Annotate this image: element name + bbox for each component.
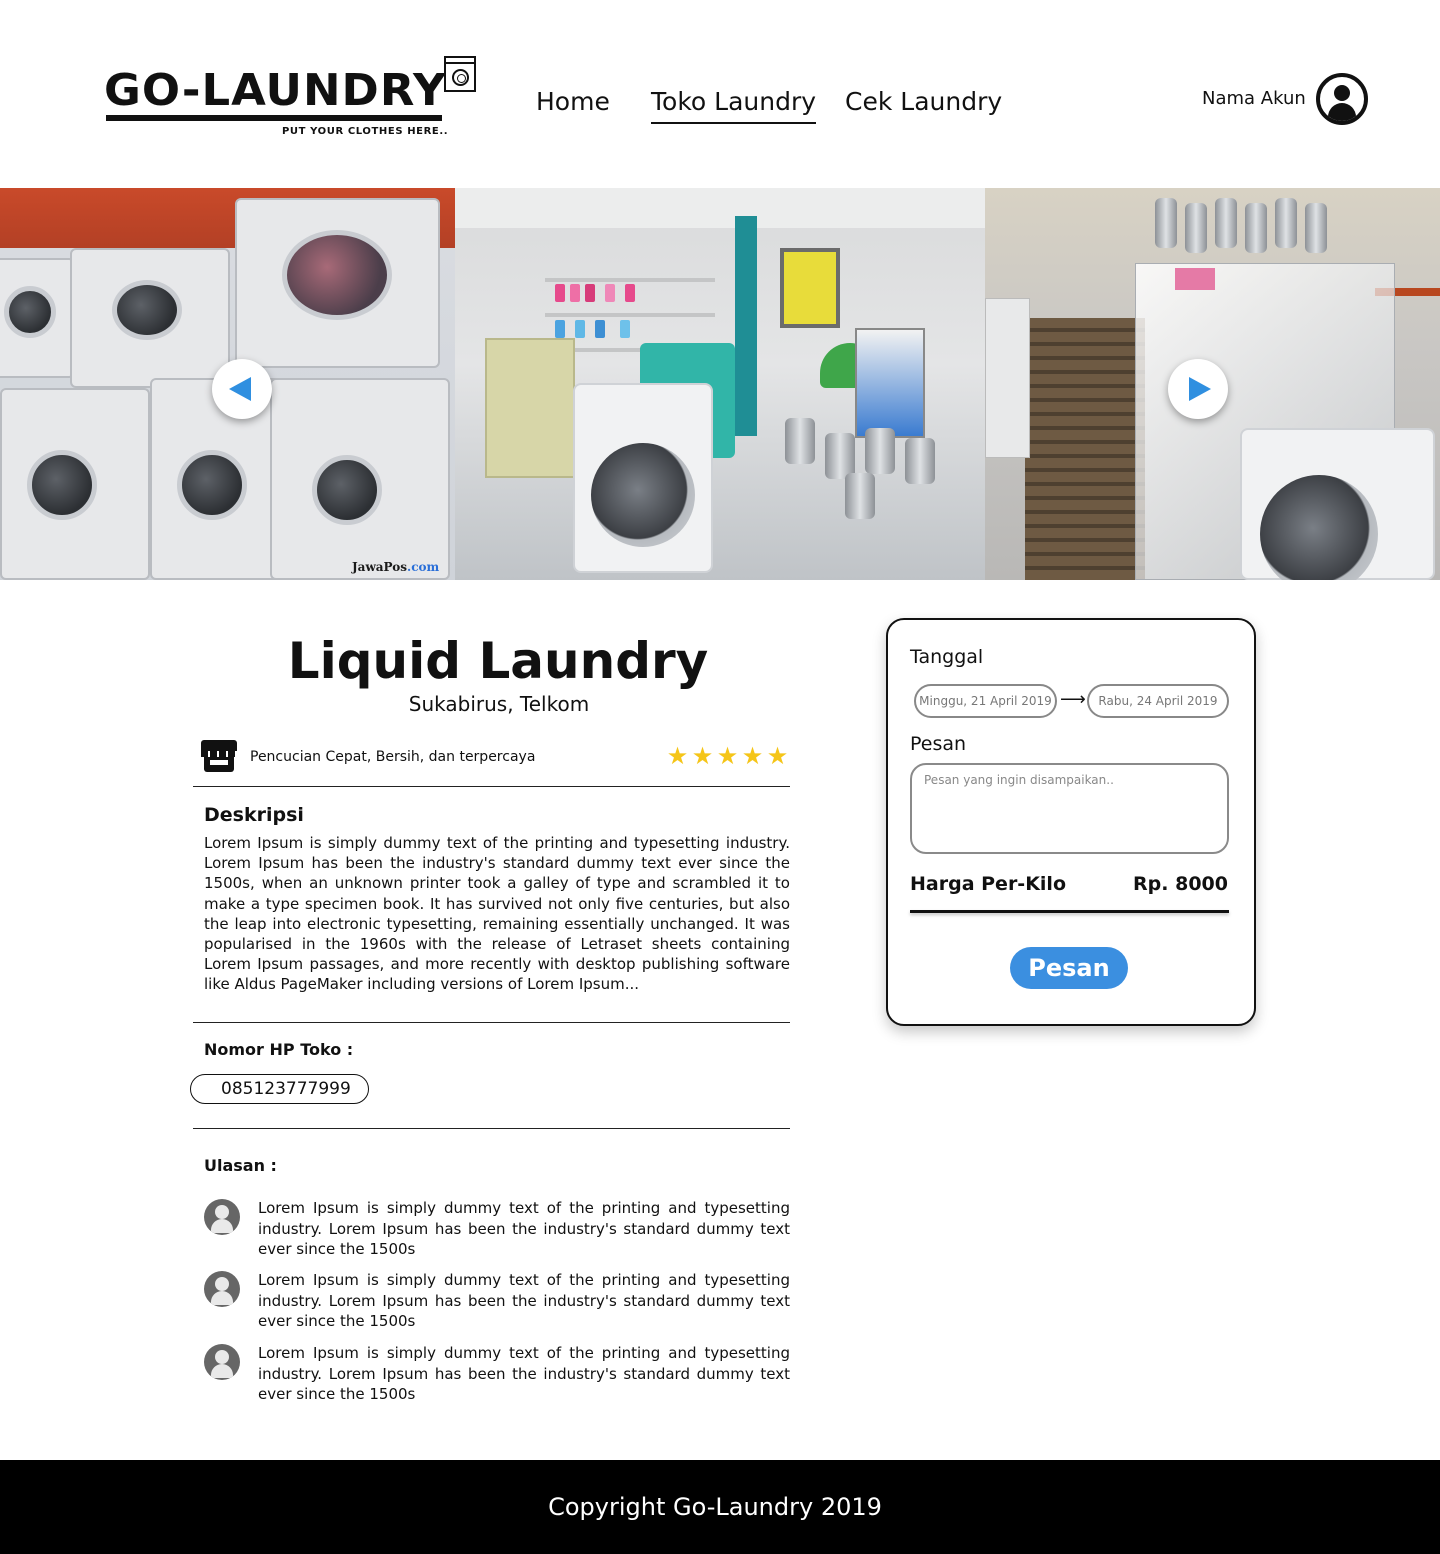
star-icon: ★	[741, 742, 764, 770]
footer: Copyright Go-Laundry 2019	[0, 1460, 1440, 1554]
phone-number: 085123777999	[221, 1079, 351, 1099]
order-button[interactable]: Pesan	[1010, 947, 1128, 989]
nav-home[interactable]: Home	[536, 86, 610, 118]
review-text: Lorem Ipsum is simply dummy text of the …	[258, 1199, 790, 1258]
carousel-next-button[interactable]	[1168, 359, 1228, 419]
store-tagline: Pencucian Cepat, Bersih, dan terpercaya	[250, 749, 536, 765]
hero-carousel: JawaPos.com	[0, 188, 1440, 580]
reviewer-avatar-icon	[204, 1199, 240, 1235]
chevron-right-icon	[1189, 377, 1211, 401]
star-icon: ★	[666, 742, 689, 770]
booking-card: Tanggal Minggu, 21 April 2019 ⟶ Rabu, 24…	[886, 618, 1256, 1026]
copyright-text: Copyright Go-Laundry 2019	[548, 1493, 882, 1521]
reviewer-avatar-icon	[204, 1344, 240, 1380]
logo-underline	[106, 115, 442, 121]
user-avatar-icon[interactable]	[1316, 73, 1368, 125]
store-location: Sukabirus, Telkom	[408, 692, 590, 716]
divider	[193, 786, 790, 787]
account-name[interactable]: Nama Akun	[1202, 87, 1306, 111]
price-value: Rp. 8000	[1133, 873, 1228, 895]
chevron-left-icon	[229, 377, 251, 401]
description-heading: Deskripsi	[204, 804, 304, 826]
store-title: Liquid Laundry	[287, 632, 709, 690]
brand-tagline: PUT YOUR CLOTHES HERE..	[282, 126, 449, 137]
description-text: Lorem Ipsum is simply dummy text of the …	[204, 834, 790, 994]
date-to-field[interactable]: Rabu, 24 April 2019	[1087, 684, 1229, 718]
reviews-heading: Ulasan :	[204, 1156, 277, 1175]
store-icon	[201, 740, 237, 772]
reviewer-avatar-icon	[204, 1271, 240, 1307]
brand-name: GO-LAUNDRY	[104, 65, 447, 116]
review-text: Lorem Ipsum is simply dummy text of the …	[258, 1271, 790, 1330]
watermark: JawaPos.com	[352, 560, 440, 574]
date-label: Tanggal	[910, 646, 984, 668]
washing-machine-icon	[444, 56, 476, 92]
star-icon: ★	[766, 742, 789, 770]
date-from-field[interactable]: Minggu, 21 April 2019	[914, 684, 1057, 718]
nav-cek-laundry[interactable]: Cek Laundry	[845, 86, 1002, 118]
message-input[interactable]	[910, 763, 1229, 854]
price-divider	[910, 910, 1229, 913]
message-label: Pesan	[910, 733, 967, 755]
arrow-right-icon: ⟶	[1060, 689, 1086, 710]
star-rating: ★ ★ ★ ★ ★	[666, 740, 789, 772]
divider	[193, 1128, 790, 1129]
review-text: Lorem Ipsum is simply dummy text of the …	[258, 1344, 790, 1403]
carousel-prev-button[interactable]	[212, 359, 272, 419]
carousel-image-shop-interior	[455, 188, 985, 580]
star-icon: ★	[691, 742, 714, 770]
nav-toko-laundry[interactable]: Toko Laundry	[651, 86, 817, 124]
brand-logo[interactable]: GO-LAUNDRY PUT YOUR CLOTHES HERE..	[104, 56, 478, 142]
price-label: Harga Per-Kilo	[910, 873, 1066, 895]
phone-heading: Nomor HP Toko :	[204, 1040, 354, 1059]
star-icon: ★	[716, 742, 739, 770]
divider	[193, 1022, 790, 1023]
